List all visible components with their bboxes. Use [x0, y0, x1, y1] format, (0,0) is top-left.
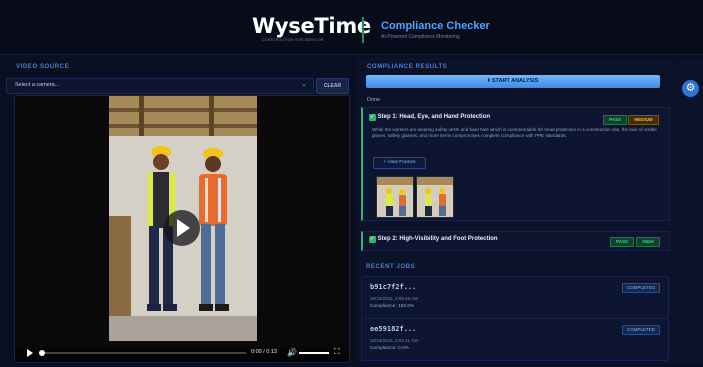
start-analysis-button[interactable]: ⏵ START ANALYSIS: [366, 75, 660, 88]
severity-badge: MEDIUM: [628, 115, 659, 125]
pass-badge: PASS: [610, 237, 634, 247]
play-icon[interactable]: [27, 349, 33, 357]
volume-icon[interactable]: 🔊: [287, 348, 297, 357]
fullscreen-icon[interactable]: ⛶: [334, 347, 340, 357]
camera-select-value: Select a camera...: [15, 82, 60, 88]
job-id: b91c7f2f...: [370, 283, 417, 291]
pass-badge: PASS: [603, 115, 627, 125]
check-icon: ✓: [369, 114, 376, 121]
video-progress-bar[interactable]: [39, 350, 246, 356]
app-subtitle: AI-Powered Compliance Monitoring: [381, 34, 460, 40]
job-compliance: Compliance: 0.0%: [370, 346, 409, 351]
frame-image: [377, 177, 413, 217]
frame-image: [417, 177, 453, 217]
step-1-description: While the workers are wearing safety ves…: [372, 127, 657, 139]
gear-icon[interactable]: ⚙: [682, 80, 699, 97]
camera-select[interactable]: Select a camera... ⌄: [6, 78, 314, 94]
volume-slider[interactable]: [299, 352, 329, 354]
frame-thumbnail[interactable]: [376, 176, 414, 218]
app-header: WyseTime CONSTRUCTION SITE MONITOR Compl…: [0, 0, 703, 55]
header-divider: [362, 17, 364, 43]
play-circle-icon: ⏵: [487, 78, 491, 84]
step-1-title: ✓ Step 1: Head, Eye, and Hand Protection: [369, 114, 491, 121]
right-rail: [676, 58, 703, 364]
chevron-down-icon: ⌄: [301, 81, 307, 88]
job-compliance: Compliance: 100.0%: [370, 304, 415, 309]
video-source-label: VIDEO SOURCE: [16, 64, 70, 70]
job-id: ee59182f...: [370, 325, 417, 333]
video-controls: 0:00 / 0:13 🔊 ⛶: [15, 342, 349, 362]
status-badge: COMPLETED: [621, 325, 660, 335]
step-2-title: ✓ Step 2: High-Visibility and Foot Prote…: [369, 236, 498, 243]
view-frames-button[interactable]: + View Frames: [373, 157, 426, 169]
recent-jobs-label: RECENT JOBS: [366, 264, 416, 270]
frame-thumbnail[interactable]: [416, 176, 454, 218]
video-player[interactable]: 0:00 / 0:13 🔊 ⛶: [14, 95, 350, 363]
play-overlay-button[interactable]: [164, 210, 200, 246]
check-icon: ✓: [369, 236, 376, 243]
clear-button[interactable]: CLEAR: [316, 78, 349, 94]
brand-logo: WyseTime: [252, 14, 371, 38]
job-date: 10/15/2023, 3:05:45 AM: [370, 296, 418, 301]
status-badge: COMPLETED: [621, 283, 660, 293]
job-date: 10/15/2023, 3:02:41 AM: [370, 338, 418, 343]
progress-knob[interactable]: [39, 350, 45, 356]
brand-tagline: CONSTRUCTION SITE MONITOR: [262, 38, 324, 42]
severity-badge: HIGH: [636, 237, 660, 247]
app-title: Compliance Checker: [381, 20, 490, 32]
job-card[interactable]: ee59182f... 10/15/2023, 3:02:41 AM Compl…: [361, 318, 669, 361]
analysis-status: Done: [367, 97, 381, 103]
video-time: 0:00 / 0:13: [251, 349, 277, 355]
play-icon: [177, 219, 190, 237]
compliance-results-label: COMPLIANCE RESULTS: [367, 64, 448, 70]
job-card[interactable]: b91c7f2f... 10/15/2023, 3:05:45 AM Compl…: [361, 276, 669, 319]
